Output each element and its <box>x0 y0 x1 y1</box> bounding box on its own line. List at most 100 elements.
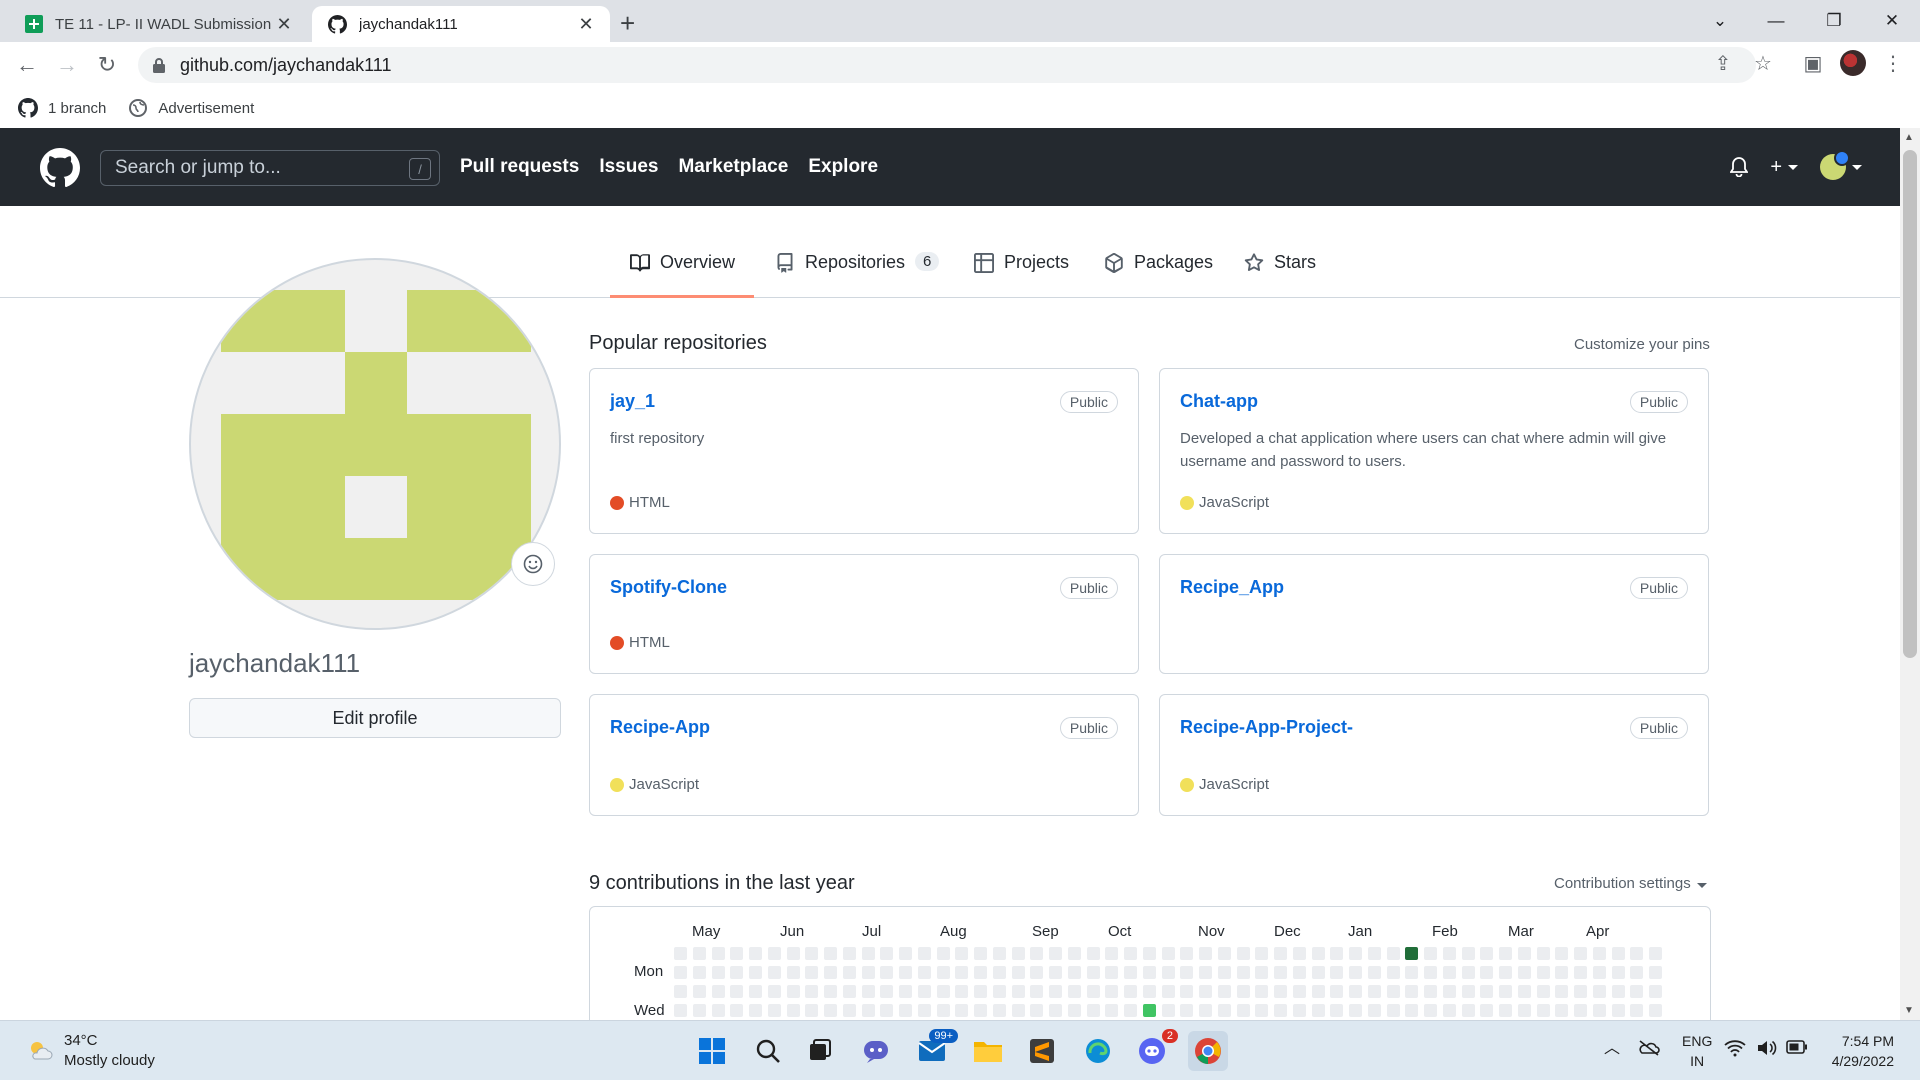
notifications-bell-icon[interactable] <box>1730 157 1749 177</box>
contribution-day-cell[interactable] <box>1555 947 1569 960</box>
contribution-day-cell[interactable] <box>1424 1004 1437 1017</box>
contribution-day-cell[interactable] <box>805 966 819 979</box>
clock[interactable]: 7:54 PM 4/29/2022 <box>1822 1031 1894 1071</box>
contribution-day-cell[interactable] <box>1330 966 1344 979</box>
contribution-day-cell[interactable] <box>880 1004 894 1017</box>
contribution-day-cell[interactable] <box>749 947 762 960</box>
contribution-day-cell[interactable] <box>1105 966 1119 979</box>
contribution-day-cell[interactable] <box>1367 966 1381 979</box>
user-avatar-menu[interactable] <box>1820 150 1862 180</box>
contribution-day-cell[interactable] <box>1142 985 1156 998</box>
contribution-day-cell[interactable] <box>1480 947 1494 960</box>
contribution-day-cell[interactable] <box>805 947 819 960</box>
contribution-day-cell[interactable] <box>674 1004 687 1017</box>
contribution-day-cell[interactable] <box>1292 966 1306 979</box>
contribution-day-cell[interactable] <box>974 947 987 960</box>
contribution-day-cell[interactable] <box>674 947 687 960</box>
contribution-day-cell[interactable] <box>880 947 894 960</box>
contribution-day-cell[interactable] <box>1367 947 1381 960</box>
contribution-day-cell[interactable] <box>1461 966 1475 979</box>
contribution-day-cell[interactable] <box>1517 985 1531 998</box>
contribution-day-cell[interactable] <box>692 947 706 960</box>
contribution-day-cell[interactable] <box>1199 966 1212 979</box>
contribution-day-cell[interactable] <box>1217 966 1231 979</box>
contribution-day-cell[interactable] <box>1086 1004 1100 1017</box>
contribution-day-cell[interactable] <box>1574 966 1587 979</box>
contribution-day-cell[interactable] <box>1105 985 1119 998</box>
contribution-day-cell[interactable] <box>1067 966 1081 979</box>
contribution-day-cell[interactable] <box>1630 947 1644 960</box>
repo-name-link[interactable]: Spotify-Clone <box>610 577 727 598</box>
contribution-day-cell[interactable] <box>1592 985 1606 998</box>
contribution-day-cell[interactable] <box>917 966 931 979</box>
contribution-day-cell[interactable] <box>861 1004 875 1017</box>
contribution-day-cell[interactable] <box>767 947 781 960</box>
contribution-day-cell[interactable] <box>1480 985 1494 998</box>
contribution-day-cell[interactable] <box>692 985 706 998</box>
contribution-day-cell[interactable] <box>1330 1004 1344 1017</box>
contribution-day-cell[interactable] <box>1499 947 1512 960</box>
contribution-day-cell[interactable] <box>1049 985 1062 998</box>
contribution-day-cell[interactable] <box>1461 1004 1475 1017</box>
contribution-day-cell[interactable] <box>1274 947 1287 960</box>
contribution-day-cell[interactable] <box>1180 966 1194 979</box>
battery-icon[interactable] <box>1786 1039 1808 1060</box>
chrome-menu-icon[interactable]: ⋮ <box>1876 46 1910 80</box>
task-view-icon[interactable] <box>800 1031 840 1071</box>
scroll-down-icon[interactable]: ▼ <box>1904 1005 1914 1016</box>
contribution-day-cell[interactable] <box>749 985 762 998</box>
contribution-day-cell[interactable] <box>917 1004 931 1017</box>
nav-issues[interactable]: Issues <box>599 156 658 178</box>
contribution-day-cell[interactable] <box>1555 1004 1569 1017</box>
contribution-day-cell[interactable] <box>1517 966 1531 979</box>
contribution-day-cell[interactable] <box>767 966 781 979</box>
page-scrollbar[interactable]: ▲ ▼ <box>1900 128 1920 1020</box>
discord-icon[interactable]: 2 <box>1132 1029 1178 1071</box>
tab-stars[interactable]: Stars <box>1244 252 1316 298</box>
contribution-settings-dropdown[interactable]: Contribution settings <box>1554 875 1707 892</box>
contribution-day-cell[interactable] <box>1217 1004 1231 1017</box>
contribution-day-cell[interactable] <box>711 985 725 998</box>
contribution-day-cell[interactable] <box>1011 966 1025 979</box>
contribution-day-cell[interactable] <box>1292 947 1306 960</box>
onedrive-offline-icon[interactable] <box>1638 1039 1660 1062</box>
contribution-day-cell[interactable] <box>1161 947 1175 960</box>
contribution-day-cell[interactable] <box>1292 1004 1306 1017</box>
contribution-day-cell[interactable] <box>1292 985 1306 998</box>
tab-search-icon[interactable]: ⌄ <box>1692 0 1748 42</box>
contribution-day-cell[interactable] <box>1011 947 1025 960</box>
minimize-icon[interactable]: — <box>1748 0 1804 42</box>
contribution-day-cell[interactable] <box>917 985 931 998</box>
contribution-day-cell[interactable] <box>1330 947 1344 960</box>
contribution-day-cell[interactable] <box>767 985 781 998</box>
contribution-day-cell[interactable] <box>1611 1004 1625 1017</box>
contribution-day-cell[interactable] <box>730 966 744 979</box>
contribution-day-cell[interactable] <box>880 985 894 998</box>
contribution-day-cell[interactable] <box>1405 966 1419 979</box>
contribution-day-cell[interactable] <box>1030 947 1044 960</box>
contribution-day-cell[interactable] <box>1180 1004 1194 1017</box>
contribution-day-cell[interactable] <box>974 966 987 979</box>
contribution-day-cell[interactable] <box>1367 985 1381 998</box>
wifi-icon[interactable] <box>1724 1039 1746 1062</box>
contribution-day-cell[interactable] <box>1030 985 1044 998</box>
forward-icon[interactable]: → <box>52 50 82 80</box>
contribution-day-cell[interactable] <box>1161 985 1175 998</box>
contribution-day-cell[interactable] <box>1517 1004 1531 1017</box>
contribution-day-cell[interactable] <box>861 947 875 960</box>
search-icon[interactable] <box>748 1031 788 1071</box>
share-icon[interactable]: ⇪ <box>1706 46 1740 80</box>
teams-chat-icon[interactable] <box>856 1031 896 1071</box>
contribution-day-cell[interactable] <box>899 947 912 960</box>
nav-marketplace[interactable]: Marketplace <box>678 156 788 178</box>
file-explorer-icon[interactable] <box>968 1031 1008 1071</box>
browser-tab-sheets[interactable]: TE 11 - LP- II WADL Submission A ✕ <box>8 6 308 42</box>
contribution-day-cell[interactable] <box>1217 947 1231 960</box>
contribution-day-cell[interactable] <box>1086 966 1100 979</box>
contribution-day-cell[interactable] <box>1517 947 1531 960</box>
contribution-day-cell[interactable] <box>824 1004 837 1017</box>
contribution-day-cell[interactable] <box>1592 966 1606 979</box>
contribution-day-cell[interactable] <box>1555 985 1569 998</box>
contribution-day-cell[interactable] <box>1311 1004 1325 1017</box>
contribution-day-cell[interactable] <box>1311 966 1325 979</box>
